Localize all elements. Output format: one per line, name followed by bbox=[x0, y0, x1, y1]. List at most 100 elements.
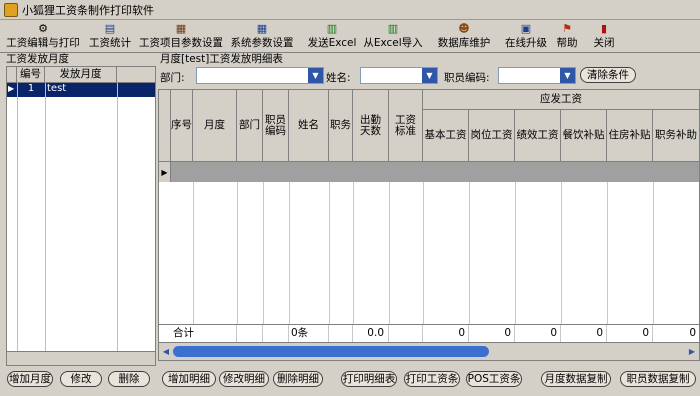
toolbar-help[interactable]: ⚑ 帮助 bbox=[554, 20, 580, 53]
details-panel: 月度[test]工资发放明细表 部门: ▼ 姓名: ▼ 职员编码: ▼ 清除条件… bbox=[158, 53, 700, 396]
copy-month-data-button[interactable]: 月度数据复制 bbox=[541, 371, 611, 387]
scroll-right-icon[interactable]: ▶ bbox=[686, 345, 698, 358]
chevron-down-icon[interactable]: ▼ bbox=[308, 68, 323, 83]
header-seq[interactable]: 序号 bbox=[171, 90, 193, 162]
totals-cell bbox=[237, 325, 263, 342]
months-header-month[interactable]: 发放月度 bbox=[45, 67, 117, 83]
toolbar-online-upgrade[interactable]: ▣ 在线升级 bbox=[502, 20, 550, 53]
grid-line bbox=[193, 182, 194, 324]
months-grid-line bbox=[117, 83, 118, 351]
print-detail-table-button[interactable]: 打印明细表 bbox=[341, 371, 397, 387]
grid-line bbox=[329, 182, 330, 324]
toolbar-database-maintenance[interactable]: ☻ 数据库维护 bbox=[434, 20, 494, 53]
totals-label: 合计 bbox=[171, 325, 237, 342]
totals-post-salary: 0 bbox=[469, 325, 515, 342]
header-payable-salary-group: 应发工资 bbox=[423, 90, 699, 110]
header-post-salary[interactable]: 岗位工资 bbox=[469, 110, 515, 162]
chevron-down-icon[interactable]: ▼ bbox=[422, 68, 437, 83]
header-salary-standard[interactable]: 工资标准 bbox=[389, 90, 423, 162]
row-pointer-icon: ▶ bbox=[161, 167, 168, 177]
name-label: 姓名: bbox=[326, 72, 351, 84]
pos-payslip-button[interactable]: POS工资条 bbox=[466, 371, 522, 387]
grid-line bbox=[289, 182, 290, 324]
edit-month-button[interactable]: 修改 bbox=[60, 371, 102, 387]
excel-import-icon: ▥ bbox=[387, 22, 399, 35]
grid-line bbox=[469, 182, 470, 324]
book-icon: ▤ bbox=[104, 22, 116, 35]
calculator-icon: ▦ bbox=[175, 22, 187, 35]
chevron-down-icon[interactable]: ▼ bbox=[560, 68, 575, 83]
totals-cell bbox=[329, 325, 353, 342]
copy-employee-data-button[interactable]: 职员数据复制 bbox=[620, 371, 696, 387]
grid-line bbox=[263, 182, 264, 324]
department-select[interactable]: ▼ bbox=[196, 67, 324, 84]
header-duty-allowance[interactable]: 职务补助 bbox=[653, 110, 699, 162]
scrollbar-thumb[interactable] bbox=[173, 346, 489, 357]
close-door-icon: ▮ bbox=[600, 22, 608, 35]
header-basic-salary[interactable]: 基本工资 bbox=[423, 110, 469, 162]
months-grid-scrollbar[interactable] bbox=[7, 351, 155, 365]
add-detail-button[interactable]: 增加明细 bbox=[162, 371, 216, 387]
header-meal-allowance[interactable]: 餐饮补贴 bbox=[561, 110, 607, 162]
header-attendance-days[interactable]: 出勤天数 bbox=[353, 90, 389, 162]
delete-month-button[interactable]: 删除 bbox=[108, 371, 150, 387]
header-name[interactable]: 姓名 bbox=[289, 90, 329, 162]
months-grid-corner bbox=[7, 67, 17, 83]
totals-duty-allowance: 0 bbox=[689, 327, 696, 339]
title-bar: 小狐狸工资条制作打印软件 bbox=[0, 0, 700, 20]
totals-count: 0条 bbox=[289, 325, 329, 342]
toolbar-salary-edit-print[interactable]: ⚙ 工资编辑与打印 bbox=[4, 20, 82, 53]
grid-line bbox=[353, 182, 354, 324]
totals-attendance: 0.0 bbox=[353, 325, 389, 342]
grid-line bbox=[423, 182, 424, 324]
toolbar-import-excel[interactable]: ▥ 从Excel导入 bbox=[362, 20, 424, 53]
totals-performance-salary: 0 bbox=[515, 325, 561, 342]
department-label: 部门: bbox=[160, 72, 185, 84]
table-row[interactable] bbox=[171, 162, 699, 182]
add-month-button[interactable]: 增加月度 bbox=[7, 371, 53, 387]
header-month[interactable]: 月度 bbox=[193, 90, 237, 162]
clear-filters-button[interactable]: 清除条件 bbox=[580, 67, 636, 83]
header-department[interactable]: 部门 bbox=[237, 90, 263, 162]
grid-line bbox=[389, 182, 390, 324]
row-indicator[interactable]: ▶ bbox=[159, 162, 171, 182]
grid-line bbox=[607, 182, 608, 324]
name-select[interactable]: ▼ bbox=[360, 67, 438, 84]
edit-detail-button[interactable]: 修改明细 bbox=[219, 371, 269, 387]
scroll-left-icon[interactable]: ◀ bbox=[160, 345, 172, 358]
months-panel: 工资发放月度 编号 发放月度 ▶ 1 test bbox=[0, 53, 156, 396]
toolbar-close[interactable]: ▮ 关闭 bbox=[590, 20, 618, 53]
filter-bar: 部门: ▼ 姓名: ▼ 职员编码: ▼ 清除条件 bbox=[158, 66, 700, 88]
delete-detail-button[interactable]: 删除明细 bbox=[273, 371, 323, 387]
totals-cell bbox=[389, 325, 423, 342]
employee-code-select[interactable]: ▼ bbox=[498, 67, 576, 84]
months-grid-line bbox=[45, 83, 46, 351]
header-employee-code[interactable]: 职员编码 bbox=[263, 90, 289, 162]
totals-meal-allowance: 0 bbox=[561, 325, 607, 342]
header-position[interactable]: 职务 bbox=[329, 90, 353, 162]
grid-line bbox=[515, 182, 516, 324]
details-grid-corner bbox=[159, 90, 171, 162]
months-grid-line bbox=[17, 83, 18, 351]
toolbar-send-excel[interactable]: ▥ 发送Excel bbox=[306, 20, 358, 53]
months-panel-title: 工资发放月度 bbox=[6, 53, 69, 65]
print-payslip-button[interactable]: 打印工资条 bbox=[404, 371, 460, 387]
months-header-id[interactable]: 编号 bbox=[17, 67, 45, 83]
row-pointer-icon: ▶ bbox=[8, 84, 15, 93]
grid-line bbox=[237, 182, 238, 324]
header-performance-salary[interactable]: 绩效工资 bbox=[515, 110, 561, 162]
months-header-filler bbox=[117, 67, 155, 83]
totals-housing-allowance: 0 bbox=[607, 325, 653, 342]
grid-line bbox=[561, 182, 562, 324]
months-row[interactable]: ▶ 1 test bbox=[7, 83, 155, 97]
toolbar-system-settings[interactable]: ▦ 系统参数设置 bbox=[228, 20, 296, 53]
grid-icon: ▦ bbox=[256, 22, 268, 35]
toolbar-salary-stats[interactable]: ▤ 工资统计 bbox=[86, 20, 134, 53]
help-icon: ⚑ bbox=[562, 22, 572, 35]
header-housing-allowance[interactable]: 住房补贴 bbox=[607, 110, 653, 162]
totals-cell bbox=[263, 325, 289, 342]
months-row-month: test bbox=[47, 83, 67, 94]
toolbar-salary-item-settings[interactable]: ▦ 工资项目参数设置 bbox=[138, 20, 224, 53]
upgrade-icon: ▣ bbox=[520, 22, 532, 35]
details-grid-scrollbar[interactable]: ◀ ▶ bbox=[159, 342, 699, 360]
